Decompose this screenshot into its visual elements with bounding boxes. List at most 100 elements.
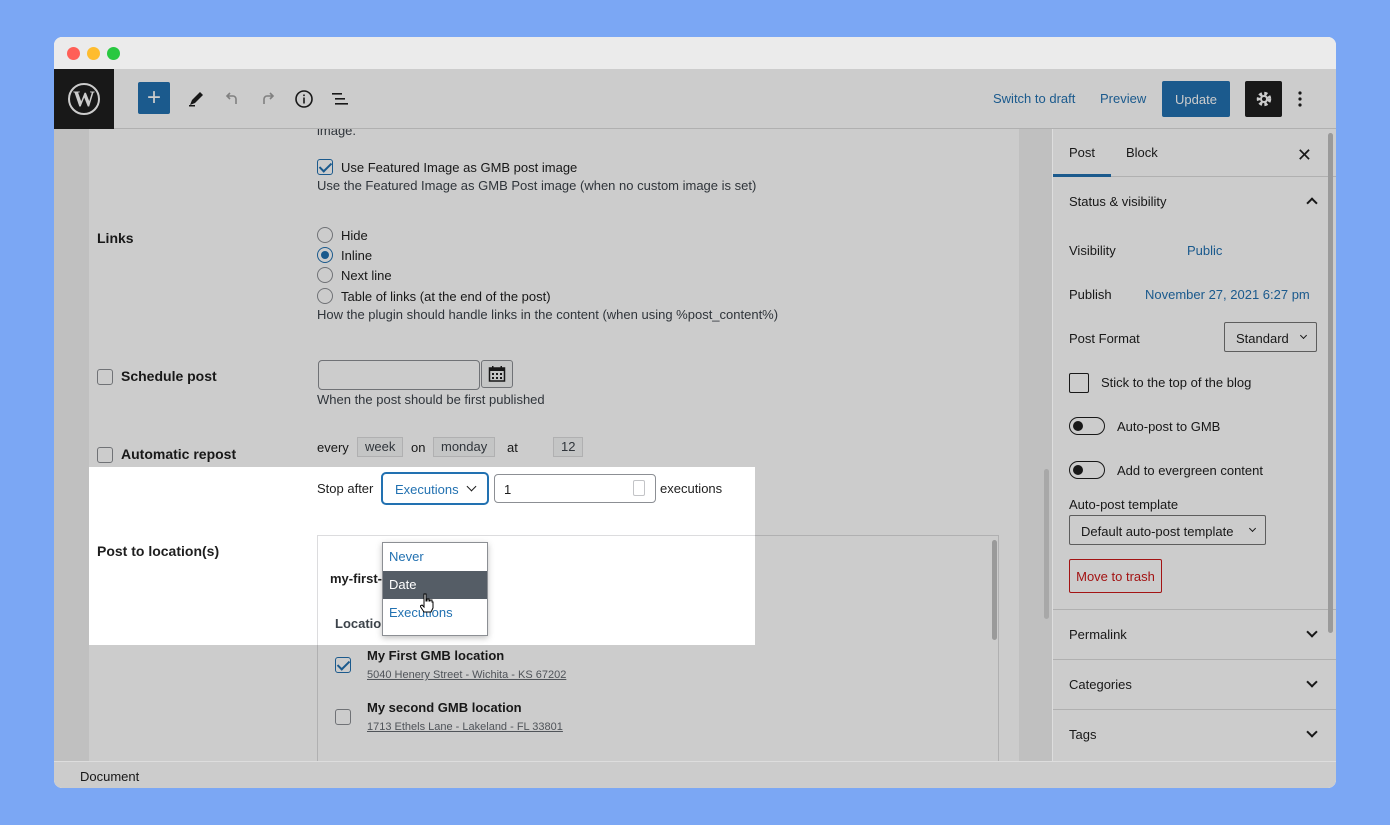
tab-post[interactable]: Post (1053, 129, 1112, 177)
update-button[interactable]: Update (1162, 81, 1230, 117)
sidebar-scrollbar[interactable] (1328, 133, 1333, 633)
autopost-toggle[interactable] (1069, 417, 1105, 435)
schedule-date-input[interactable] (318, 360, 480, 390)
links-option-next-line: Next line (341, 268, 392, 283)
stop-count-value: 1 (504, 482, 512, 497)
categories-title: Categories (1069, 677, 1132, 692)
window-titlebar (54, 37, 1336, 69)
wordpress-logo[interactable]: W (54, 69, 114, 129)
post-format-select[interactable]: Standard (1224, 322, 1317, 352)
sticky-checkbox[interactable] (1069, 373, 1089, 393)
post-to-location-label: Post to location(s) (97, 543, 220, 559)
editor-toolbar: W + Switch to draft Preview Update (54, 69, 1336, 129)
location-address-2[interactable]: 1713 Ethels Lane - Lakeland - FL 33801 (367, 721, 563, 733)
document-breadcrumb[interactable]: Document (80, 769, 139, 784)
template-label: Auto-post template (1069, 497, 1179, 512)
settings-sidebar: Post Block ✕ Status & visibility Visibil… (1052, 129, 1336, 761)
automatic-repost-label: Automatic repost (121, 446, 237, 462)
permalink-section[interactable]: Permalink (1053, 609, 1336, 659)
pencil-icon[interactable] (179, 82, 213, 116)
stop-after-text: Stop after (317, 481, 374, 496)
stop-count-input[interactable]: 1 (494, 474, 656, 503)
location-name-2: My second GMB location (367, 700, 522, 715)
location-scrollbar[interactable] (992, 540, 997, 640)
schedule-post-checkbox[interactable] (97, 369, 113, 385)
number-stepper-icon[interactable] (633, 480, 645, 496)
stop-after-select-value: Executions (395, 482, 459, 497)
repost-day-select[interactable]: monday (433, 437, 496, 457)
list-view-icon[interactable] (323, 82, 357, 116)
redo-icon[interactable] (251, 82, 285, 116)
hand-cursor-icon (419, 593, 434, 616)
repost-hour-select[interactable]: 12 (553, 437, 584, 457)
repost-unit-select[interactable]: week (357, 437, 404, 457)
browser-window: W + Switch to draft Preview Update image… (54, 37, 1336, 788)
links-desc: How the plugin should handle links in th… (317, 307, 779, 322)
post-format-value: Standard (1236, 331, 1289, 346)
gear-icon[interactable] (1245, 81, 1282, 117)
visibility-label: Visibility (1069, 243, 1116, 258)
tags-title: Tags (1069, 727, 1097, 742)
links-radio-hide[interactable] (317, 227, 333, 243)
evergreen-toggle[interactable] (1069, 461, 1105, 479)
links-option-table: Table of links (at the end of the post) (341, 289, 551, 304)
links-option-inline: Inline (341, 248, 373, 263)
location-address-1[interactable]: 5040 Henery Street - Wichita - KS 67202 (367, 669, 566, 681)
schedule-desc: When the post should be first published (317, 392, 545, 407)
tab-block[interactable]: Block (1126, 129, 1158, 177)
evergreen-label: Add to evergreen content (1117, 463, 1263, 478)
status-bar: Document (54, 761, 1336, 788)
publish-value[interactable]: November 27, 2021 6:27 pm (1145, 287, 1310, 302)
links-radio-next-line[interactable] (317, 267, 333, 283)
featured-image-desc: Use the Featured Image as GMB Post image… (317, 178, 757, 193)
image-note: image. (317, 129, 357, 138)
sticky-label: Stick to the top of the blog (1101, 375, 1252, 390)
minimize-window-button[interactable] (87, 47, 100, 60)
close-window-button[interactable] (67, 47, 80, 60)
dropdown-option-executions[interactable]: Executions (383, 599, 487, 627)
switch-to-draft-button[interactable]: Switch to draft (993, 91, 1075, 106)
undo-icon[interactable] (215, 82, 249, 116)
links-option-hide: Hide (341, 228, 368, 243)
repost-every-text: every (317, 440, 349, 455)
more-vertical-icon[interactable] (1283, 82, 1317, 116)
stop-after-select[interactable]: Executions (382, 473, 488, 504)
close-icon[interactable]: ✕ (1297, 145, 1312, 166)
automatic-repost-checkbox[interactable] (97, 447, 113, 463)
schedule-post-label: Schedule post (121, 368, 217, 384)
dropdown-option-never[interactable]: Never (383, 543, 487, 571)
template-value: Default auto-post template (1081, 524, 1234, 539)
plus-icon[interactable]: + (138, 82, 170, 114)
overlay-left (54, 467, 89, 645)
chevron-down-icon (1306, 626, 1318, 638)
stop-after-dropdown: Never Date Executions (382, 542, 488, 636)
maximize-window-button[interactable] (107, 47, 120, 60)
status-visibility-section[interactable]: Status & visibility (1053, 177, 1336, 227)
move-to-trash-button[interactable]: Move to trash (1069, 559, 1162, 593)
info-icon[interactable] (287, 82, 321, 116)
visibility-value[interactable]: Public (1187, 243, 1222, 258)
repost-at-text: at (507, 440, 518, 455)
template-select[interactable]: Default auto-post template (1069, 515, 1266, 545)
sidebar-tabs: Post Block ✕ (1053, 129, 1336, 177)
categories-section[interactable]: Categories (1053, 659, 1336, 709)
dropdown-option-date[interactable]: Date (383, 571, 487, 599)
featured-image-checkbox[interactable] (317, 159, 333, 175)
preview-button[interactable]: Preview (1100, 91, 1146, 106)
links-radio-table[interactable] (317, 288, 333, 304)
chevron-down-icon (1248, 524, 1257, 533)
location-checkbox-1[interactable] (335, 657, 351, 673)
content-scrollbar[interactable] (1044, 469, 1049, 619)
executions-suffix: executions (660, 481, 723, 496)
repost-on-text: on (411, 440, 426, 455)
featured-image-label: Use Featured Image as GMB post image (341, 160, 578, 175)
tags-section[interactable]: Tags (1053, 709, 1336, 759)
chevron-down-icon (1306, 726, 1318, 738)
calendar-icon[interactable] (481, 360, 513, 388)
links-radio-inline[interactable] (317, 247, 333, 263)
location-checkbox-2[interactable] (335, 709, 351, 725)
chevron-down-icon (466, 481, 477, 492)
publish-label: Publish (1069, 287, 1112, 302)
location-name-1: My First GMB location (367, 648, 505, 663)
editor-content: image. Use Featured Image as GMB post im… (54, 129, 1052, 761)
